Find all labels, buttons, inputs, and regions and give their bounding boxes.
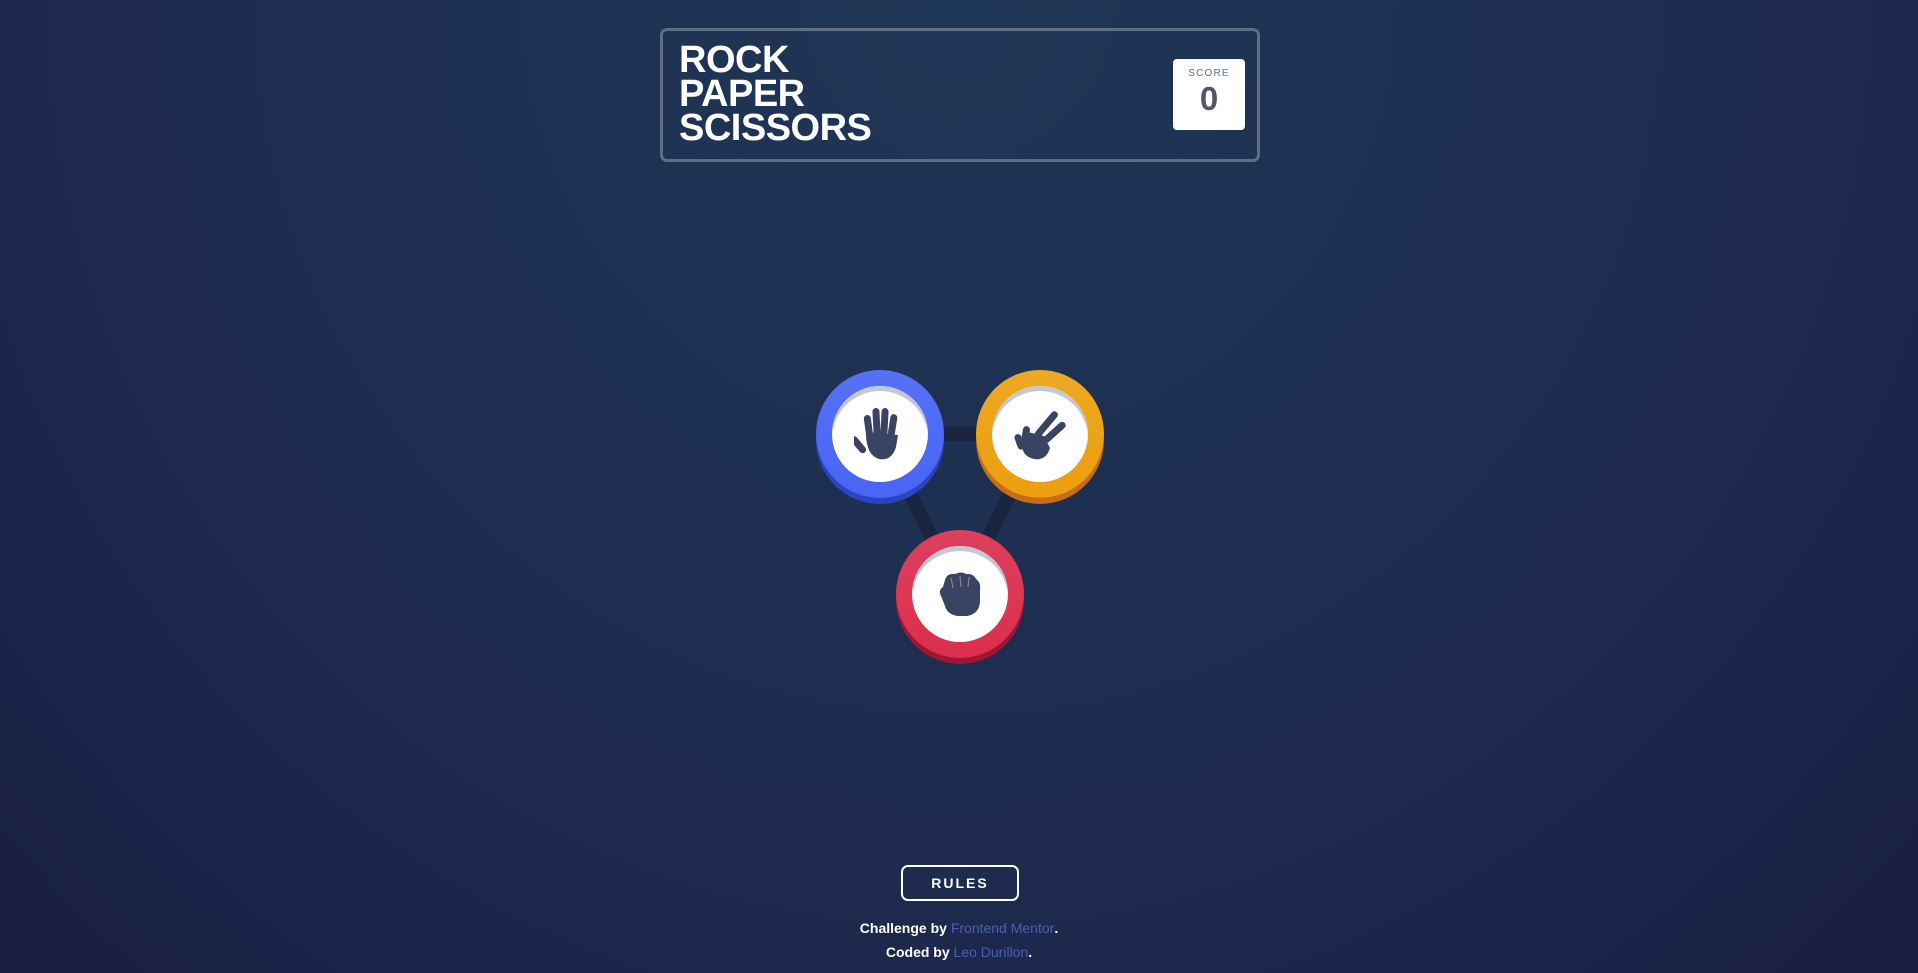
- challenge-attribution: Challenge by Frontend Mentor.: [0, 920, 1918, 936]
- scissors-token-face: [992, 386, 1088, 482]
- game-board: [0, 0, 1918, 973]
- frontend-mentor-link[interactable]: Frontend Mentor: [951, 920, 1055, 936]
- scissors-hand-icon: [1014, 411, 1066, 460]
- paper-token-button[interactable]: [816, 370, 944, 498]
- rock-fist-icon: [939, 572, 981, 616]
- coded-prefix: Coded by: [885, 944, 954, 960]
- scissors-token-button[interactable]: [976, 370, 1104, 498]
- author-link[interactable]: Leo Durillon: [954, 944, 1029, 960]
- challenge-prefix: Challenge by: [859, 920, 951, 936]
- rock-token-face: [912, 546, 1008, 642]
- triangle-connector: [873, 427, 1047, 601]
- rock-token-button[interactable]: [896, 530, 1024, 658]
- coded-suffix: .: [1028, 944, 1033, 960]
- paper-hand-icon: [854, 407, 898, 460]
- coded-by-attribution: Coded by Leo Durillon.: [0, 944, 1918, 960]
- paper-token-face: [832, 386, 928, 482]
- rules-button[interactable]: RULES: [901, 865, 1019, 901]
- challenge-suffix: .: [1054, 920, 1059, 936]
